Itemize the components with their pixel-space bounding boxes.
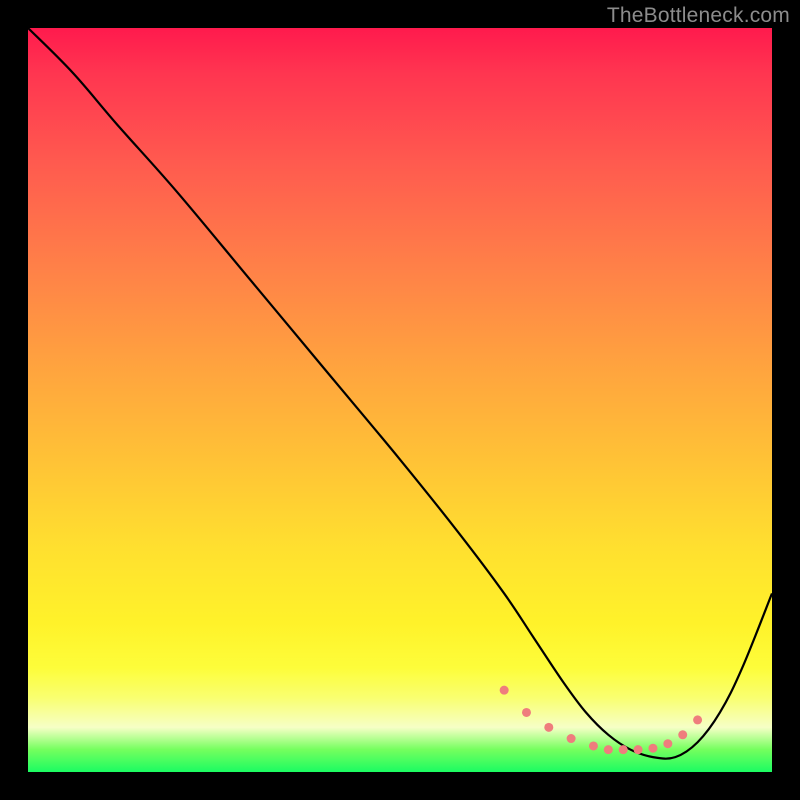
curve-svg xyxy=(28,28,772,772)
highlight-dot xyxy=(678,730,687,739)
highlight-dot xyxy=(634,745,643,754)
chart-frame: TheBottleneck.com xyxy=(0,0,800,800)
highlight-dot xyxy=(619,745,628,754)
bottleneck-curve xyxy=(28,28,772,759)
highlight-dot xyxy=(544,723,553,732)
highlight-dots xyxy=(500,686,702,755)
highlight-dot xyxy=(567,734,576,743)
highlight-dot xyxy=(589,741,598,750)
highlight-dot xyxy=(648,744,657,753)
highlight-dot xyxy=(522,708,531,717)
highlight-dot xyxy=(693,715,702,724)
plot-area xyxy=(28,28,772,772)
highlight-dot xyxy=(663,739,672,748)
watermark-text: TheBottleneck.com xyxy=(607,4,790,28)
highlight-dot xyxy=(500,686,509,695)
highlight-dot xyxy=(604,745,613,754)
